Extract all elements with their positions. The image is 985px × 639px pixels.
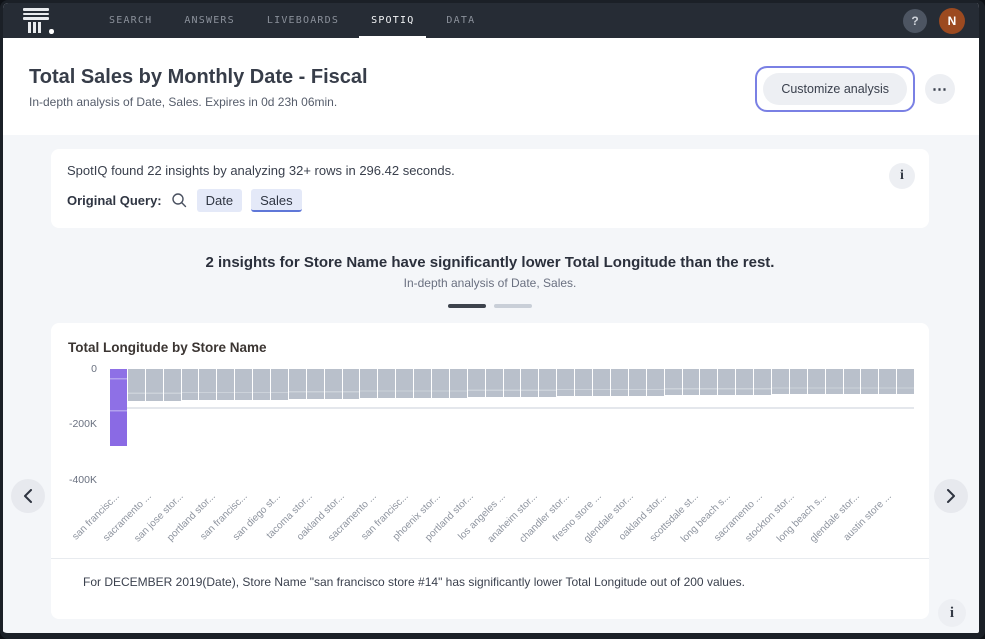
chart-title: Total Longitude by Store Name (68, 340, 929, 355)
customize-analysis-button[interactable]: Customize analysis (763, 73, 907, 105)
search-icon (171, 192, 188, 209)
chart-plot-area: 0 -200K -400K (110, 369, 914, 482)
bar[interactable] (217, 369, 234, 400)
bar[interactable] (414, 369, 431, 398)
tab-data[interactable]: DATA (434, 3, 487, 38)
next-insight-button[interactable] (934, 479, 968, 513)
navbar-right: ? N (903, 3, 965, 38)
bar[interactable] (593, 369, 610, 396)
bar[interactable] (182, 369, 199, 400)
bars (110, 369, 914, 482)
chart-footnote-section: For DECEMBER 2019(Date), Store Name "san… (51, 558, 929, 619)
chevron-left-icon (23, 489, 33, 503)
bar[interactable] (629, 369, 646, 396)
bar[interactable] (504, 369, 521, 397)
original-query-row: Original Query: Date Sales (67, 189, 909, 212)
pager-dash-2[interactable] (494, 304, 532, 308)
chart-footnote: For DECEMBER 2019(Date), Store Name "san… (83, 575, 897, 589)
query-chip-sales[interactable]: Sales (251, 189, 302, 212)
page-header: Total Sales by Monthly Date - Fiscal In-… (3, 38, 979, 135)
chart-card: Total Longitude by Store Name 0 -200K -4… (51, 323, 929, 619)
bar[interactable] (343, 369, 360, 399)
bar[interactable] (468, 369, 485, 397)
bar[interactable] (521, 369, 538, 397)
more-options-button[interactable]: ⋯ (925, 74, 955, 104)
x-axis-labels: san francisc...sacramento ...san jose st… (110, 482, 914, 554)
logo-bars (23, 8, 53, 22)
header-actions: Customize analysis ⋯ (755, 66, 955, 112)
logo-dot (49, 29, 54, 34)
bar[interactable] (736, 369, 753, 395)
previous-insight-button[interactable] (11, 479, 45, 513)
app-window: SEARCH ANSWERS LIVEBOARDS SPOTIQ DATA ? … (0, 0, 985, 639)
bar[interactable] (772, 369, 789, 394)
bar[interactable] (718, 369, 735, 395)
bar[interactable] (683, 369, 700, 395)
bar[interactable] (128, 369, 145, 401)
bar[interactable] (844, 369, 861, 394)
bar[interactable] (665, 369, 682, 395)
bar[interactable] (826, 369, 843, 394)
tab-search[interactable]: SEARCH (97, 3, 164, 38)
bar[interactable] (432, 369, 449, 398)
chevron-right-icon (946, 489, 956, 503)
top-navbar: SEARCH ANSWERS LIVEBOARDS SPOTIQ DATA ? … (3, 3, 979, 38)
y-tick-0: 0 (91, 363, 97, 375)
bar[interactable] (611, 369, 628, 396)
bar[interactable] (396, 369, 413, 398)
bar[interactable] (861, 369, 878, 394)
info-icon[interactable]: i (889, 163, 915, 189)
bar[interactable] (557, 369, 574, 396)
plot (110, 369, 914, 482)
help-button[interactable]: ? (903, 9, 927, 33)
nav-tabs: SEARCH ANSWERS LIVEBOARDS SPOTIQ DATA (97, 3, 487, 38)
insight-pager (51, 304, 929, 308)
bar[interactable] (164, 369, 181, 401)
bar[interactable] (271, 369, 288, 400)
insight-headline: 2 insights for Store Name have significa… (51, 254, 929, 271)
spotiq-summary-card: SpotIQ found 22 insights by analyzing 32… (51, 149, 929, 228)
bar[interactable] (790, 369, 807, 394)
content-area: SpotIQ found 22 insights by analyzing 32… (3, 135, 979, 619)
pager-dash-1[interactable] (448, 304, 486, 308)
bar[interactable] (253, 369, 270, 400)
user-avatar[interactable]: N (939, 8, 965, 34)
bar[interactable] (647, 369, 664, 396)
bar[interactable] (897, 369, 914, 394)
bar[interactable] (378, 369, 395, 398)
bar[interactable] (235, 369, 252, 400)
bar[interactable] (754, 369, 771, 395)
bar[interactable] (700, 369, 717, 395)
insight-header: 2 insights for Store Name have significa… (51, 254, 929, 308)
y-tick-400k: -400K (69, 474, 97, 486)
insight-subtitle: In-depth analysis of Date, Sales. (51, 276, 929, 290)
bar[interactable] (879, 369, 896, 394)
y-tick-200k: -200K (69, 418, 97, 430)
tab-liveboards[interactable]: LIVEBOARDS (255, 3, 351, 38)
bar[interactable] (289, 369, 306, 399)
tab-spotiq[interactable]: SPOTIQ (359, 3, 426, 38)
original-query-label: Original Query: (67, 193, 162, 208)
logo-stems (28, 22, 53, 33)
thoughtspot-logo-icon[interactable] (23, 3, 53, 38)
tab-answers[interactable]: ANSWERS (172, 3, 247, 38)
spotiq-summary-text: SpotIQ found 22 insights by analyzing 32… (67, 163, 909, 178)
bar[interactable] (450, 369, 467, 398)
bar[interactable] (199, 369, 216, 400)
insight-info-icon[interactable]: i (938, 599, 966, 627)
bar[interactable] (575, 369, 592, 396)
bar[interactable] (146, 369, 163, 401)
query-chip-date[interactable]: Date (197, 189, 242, 212)
bar[interactable] (307, 369, 324, 399)
bar[interactable] (110, 369, 127, 446)
customize-highlight-outline: Customize analysis (755, 66, 915, 112)
bar[interactable] (539, 369, 556, 397)
bar[interactable] (808, 369, 825, 394)
bar[interactable] (486, 369, 503, 397)
bar[interactable] (325, 369, 342, 399)
bar[interactable] (360, 369, 377, 398)
